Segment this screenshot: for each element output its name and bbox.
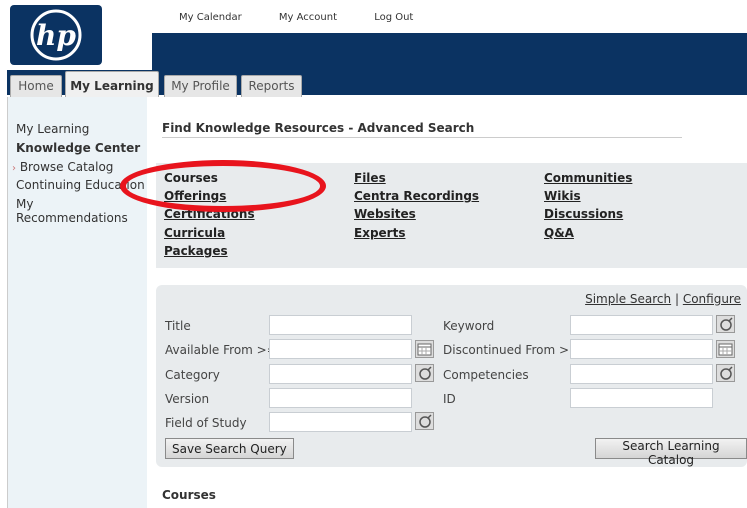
tab-my-learning[interactable]: My Learning [65, 71, 159, 97]
advanced-search-panel: Simple Search | Configure Title Availabl… [156, 285, 747, 467]
category-label: Category [165, 368, 220, 382]
results-heading: Courses [162, 488, 216, 502]
my-account-link[interactable]: My Account [279, 12, 337, 23]
discontinued-from-label: Discontinued From >= [443, 343, 580, 357]
sidebar-item-browse-catalog[interactable]: › Browse Catalog [12, 160, 113, 174]
main-content: Find Knowledge Resources - Advanced Sear… [149, 97, 747, 508]
resource-websites-link[interactable]: Websites [354, 207, 416, 221]
lookup-icon[interactable] [415, 412, 434, 430]
lookup-icon[interactable] [716, 315, 735, 333]
competencies-label: Competencies [443, 368, 529, 382]
field-of-study-input[interactable] [269, 412, 412, 432]
resource-centra-recordings-link[interactable]: Centra Recordings [354, 189, 479, 203]
log-out-link[interactable]: Log Out [374, 12, 413, 23]
version-input[interactable] [269, 388, 412, 408]
link-separator: | [674, 292, 679, 306]
title-input[interactable] [269, 315, 412, 335]
id-input[interactable] [570, 388, 713, 408]
resource-discussions-link[interactable]: Discussions [544, 207, 623, 221]
keyword-label: Keyword [443, 319, 495, 333]
discontinued-from-input[interactable] [570, 339, 713, 359]
simple-search-link[interactable]: Simple Search [585, 292, 671, 306]
highlight-ellipse [120, 160, 326, 212]
category-input[interactable] [269, 364, 412, 384]
available-from-label: Available From >= [165, 343, 277, 357]
field-of-study-label: Field of Study [165, 416, 247, 430]
sidebar-item-label: Browse Catalog [19, 160, 114, 174]
sidebar-item-my-recommendations[interactable]: My Recommendations [16, 197, 147, 225]
title-divider [162, 137, 682, 138]
resource-packages-link[interactable]: Packages [164, 244, 228, 258]
resource-wikis-link[interactable]: Wikis [544, 189, 581, 203]
hp-logo: hp [10, 5, 102, 65]
lookup-icon[interactable] [415, 364, 434, 382]
tab-reports[interactable]: Reports [241, 75, 302, 97]
title-label: Title [165, 319, 191, 333]
calendar-icon[interactable] [415, 340, 434, 358]
resource-communities-link[interactable]: Communities [544, 171, 632, 185]
id-label: ID [443, 392, 456, 406]
version-label: Version [165, 392, 210, 406]
search-mode-links: Simple Search | Configure [585, 292, 741, 306]
sidebar-item-my-learning[interactable]: My Learning [16, 122, 89, 136]
configure-link[interactable]: Configure [683, 292, 741, 306]
calendar-icon[interactable] [716, 340, 735, 358]
available-from-input[interactable] [269, 339, 412, 359]
logo-area: hp [7, 0, 152, 70]
top-nav: My Calendar My Account Log Out [179, 12, 447, 23]
save-search-query-button[interactable]: Save Search Query [165, 438, 294, 459]
resource-curricula-link[interactable]: Curricula [164, 226, 225, 240]
tab-my-profile[interactable]: My Profile [164, 75, 237, 97]
keyword-input[interactable] [570, 315, 713, 335]
resource-qa-link[interactable]: Q&A [544, 226, 574, 240]
competencies-input[interactable] [570, 364, 713, 384]
search-learning-catalog-button[interactable]: Search Learning Catalog [595, 438, 747, 467]
sidebar-item-knowledge-center[interactable]: Knowledge Center [16, 141, 140, 155]
resource-experts-link[interactable]: Experts [354, 226, 405, 240]
logo-text: hp [36, 19, 76, 52]
lookup-icon[interactable] [716, 364, 735, 382]
resource-files-link[interactable]: Files [354, 171, 386, 185]
selected-marker-icon: › [12, 163, 16, 174]
tab-home[interactable]: Home [10, 75, 62, 97]
my-calendar-link[interactable]: My Calendar [179, 12, 242, 23]
sidebar: My Learning Knowledge Center › Browse Ca… [7, 97, 147, 508]
page-title: Find Knowledge Resources - Advanced Sear… [162, 121, 475, 135]
